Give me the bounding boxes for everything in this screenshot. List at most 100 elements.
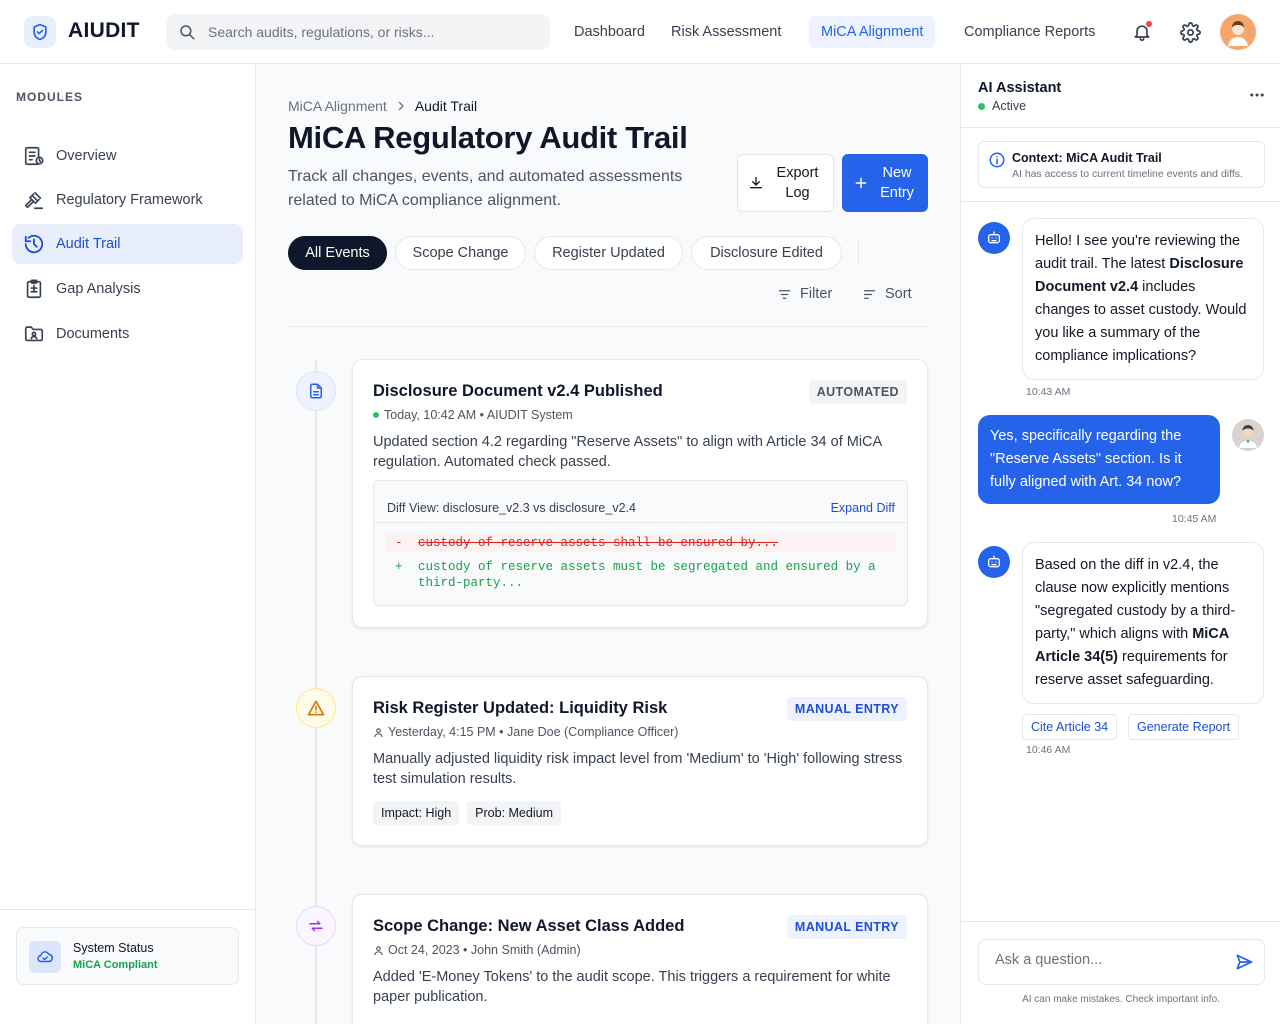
clipboard-icon xyxy=(22,277,46,301)
robot-icon xyxy=(978,546,1010,578)
document-icon xyxy=(296,371,336,411)
timeline-event-card[interactable]: Scope Change: New Asset Class Added MANU… xyxy=(352,894,928,1024)
ask-question-input[interactable] xyxy=(995,952,1225,968)
sort-button[interactable]: Sort xyxy=(862,282,912,306)
event-meta: Oct 24, 2023 • John Smith (Admin) xyxy=(373,943,581,957)
search-input[interactable] xyxy=(208,24,538,40)
message-timestamp: 10:46 AM xyxy=(1026,744,1071,756)
sidebar-item-label: Gap Analysis xyxy=(56,281,141,297)
export-log-button[interactable]: Export Log xyxy=(737,154,834,212)
breadcrumb-current: Audit Trail xyxy=(414,98,478,114)
event-title: Risk Register Updated: Liquidity Risk xyxy=(373,699,668,717)
filter-chip-register-updated[interactable]: Register Updated xyxy=(534,236,683,270)
sort-icon xyxy=(862,287,877,302)
filter-button[interactable]: Filter xyxy=(777,282,832,306)
ai-assistant-panel: AI Assistant Active Context: MiCA Audit … xyxy=(960,64,1280,1024)
more-options-button[interactable] xyxy=(1248,86,1266,104)
sidebar: MODULES Overview Regulatory Framework Au… xyxy=(0,64,256,1024)
sidebar-item-regulatory-framework[interactable]: Regulatory Framework xyxy=(12,180,243,220)
more-horizontal-icon xyxy=(1248,86,1266,104)
warning-icon xyxy=(296,688,336,728)
sidebar-item-label: Audit Trail xyxy=(56,236,121,252)
ask-question-box[interactable] xyxy=(978,939,1265,985)
filter-chip-disclosure-edited[interactable]: Disclosure Edited xyxy=(691,236,842,270)
user-avatar[interactable] xyxy=(1220,14,1256,50)
top-navigation-bar: AIUDIT Dashboard Risk Assessment MiCA Al… xyxy=(0,0,1280,64)
diff-header: Diff View: disclosure_v2.3 vs disclosure… xyxy=(374,481,907,523)
diff-removed-line: - custody of reserve assets shall be ens… xyxy=(386,533,896,552)
page-title: MiCA Regulatory Audit Trail xyxy=(288,120,688,155)
history-icon xyxy=(22,232,46,256)
sidebar-item-documents[interactable]: Documents xyxy=(12,314,243,354)
brand-name: AIUDIT xyxy=(68,19,140,42)
plus-icon xyxy=(853,175,869,191)
main-content: MiCA Alignment Audit Trail MiCA Regulato… xyxy=(256,64,960,1024)
user-icon xyxy=(373,945,384,956)
sidebar-item-overview[interactable]: Overview xyxy=(12,136,243,176)
chevron-right-icon xyxy=(395,100,407,112)
page-description: Track all changes, events, and automated… xyxy=(288,168,683,209)
timeline-event-card[interactable]: Disclosure Document v2.4 Published AUTOM… xyxy=(352,359,928,628)
message-timestamp: 10:45 AM xyxy=(1172,513,1217,525)
filter-chip-scope-change[interactable]: Scope Change xyxy=(395,236,526,270)
nav-compliance-reports[interactable]: Compliance Reports xyxy=(952,16,1107,48)
breadcrumb: MiCA Alignment Audit Trail xyxy=(288,98,477,114)
swap-arrows-icon xyxy=(296,906,336,946)
divider xyxy=(961,921,1280,922)
sort-label: Sort xyxy=(885,286,912,302)
divider xyxy=(961,127,1280,128)
context-subtitle: AI has access to current timeline events… xyxy=(1012,168,1243,180)
sidebar-item-label: Regulatory Framework xyxy=(56,192,203,208)
folder-icon xyxy=(22,322,46,346)
event-meta: Today, 10:42 AM • AIUDIT System xyxy=(373,408,573,422)
new-entry-button[interactable]: New Entry xyxy=(842,154,928,212)
timeline-event-card[interactable]: Risk Register Updated: Liquidity Risk MA… xyxy=(352,676,928,846)
ai-status: Active xyxy=(978,99,1026,113)
system-status-card: System Status MiCA Compliant xyxy=(16,927,239,985)
expand-diff-link[interactable]: Expand Diff xyxy=(831,501,895,515)
diff-file-label: Diff View: disclosure_v2.3 vs disclosure… xyxy=(387,501,636,515)
event-meta-text: Yesterday, 4:15 PM • Jane Doe (Complianc… xyxy=(388,725,679,739)
sidebar-item-audit-trail[interactable]: Audit Trail xyxy=(12,224,243,264)
nav-risk-assessment[interactable]: Risk Assessment xyxy=(659,16,793,48)
user-avatar xyxy=(1232,419,1264,451)
filter-chip-all-events[interactable]: All Events xyxy=(288,236,387,270)
event-tags: Impact: High Prob: Medium xyxy=(373,801,569,825)
diff-removed-text: custody of reserve assets shall be ensur… xyxy=(418,536,779,550)
search-bar[interactable] xyxy=(166,14,550,50)
nav-mica-alignment[interactable]: MiCA Alignment xyxy=(809,16,936,48)
impact-tag: Impact: High xyxy=(373,801,460,825)
diff-removed-sign: - xyxy=(395,536,403,550)
nav-dashboard[interactable]: Dashboard xyxy=(562,16,657,48)
divider xyxy=(961,201,1280,202)
diff-added-sign: + xyxy=(395,560,403,574)
export-log-label: Export Log xyxy=(776,165,819,201)
event-meta: Yesterday, 4:15 PM • Jane Doe (Complianc… xyxy=(373,725,678,739)
message-timestamp: 10:43 AM xyxy=(1026,386,1071,398)
context-card: Context: MiCA Audit Trail AI has access … xyxy=(978,141,1265,188)
gear-icon xyxy=(1179,21,1201,43)
status-value: MiCA Compliant xyxy=(73,959,158,971)
sidebar-heading: MODULES xyxy=(16,90,83,104)
notifications-button[interactable] xyxy=(1130,20,1154,44)
sidebar-item-gap-analysis[interactable]: Gap Analysis xyxy=(12,269,243,309)
settings-button[interactable] xyxy=(1178,20,1202,44)
event-meta-text: Oct 24, 2023 • John Smith (Admin) xyxy=(388,943,581,957)
generate-report-button[interactable]: Generate Report xyxy=(1128,714,1240,740)
context-title: Context: MiCA Audit Trail xyxy=(1012,151,1162,165)
event-description: Updated section 4.2 regarding "Reserve A… xyxy=(373,434,882,470)
cloud-check-icon xyxy=(29,941,61,973)
breadcrumb-parent[interactable]: MiCA Alignment xyxy=(288,98,387,114)
robot-icon xyxy=(978,222,1010,254)
download-icon xyxy=(748,175,764,191)
send-icon[interactable] xyxy=(1234,952,1254,972)
filter-icon xyxy=(777,287,792,302)
ai-disclaimer: AI can make mistakes. Check important in… xyxy=(1022,994,1220,1005)
event-title: Scope Change: New Asset Class Added xyxy=(373,917,685,935)
search-icon xyxy=(178,23,196,41)
cite-article-button[interactable]: Cite Article 34 xyxy=(1022,714,1118,740)
active-status-dot xyxy=(978,102,985,110)
ai-status-text: Active xyxy=(992,99,1027,113)
chat-message-user: Yes, specifically regarding the "Reserve… xyxy=(978,415,1220,504)
event-type-badge: MANUAL ENTRY xyxy=(786,915,907,939)
